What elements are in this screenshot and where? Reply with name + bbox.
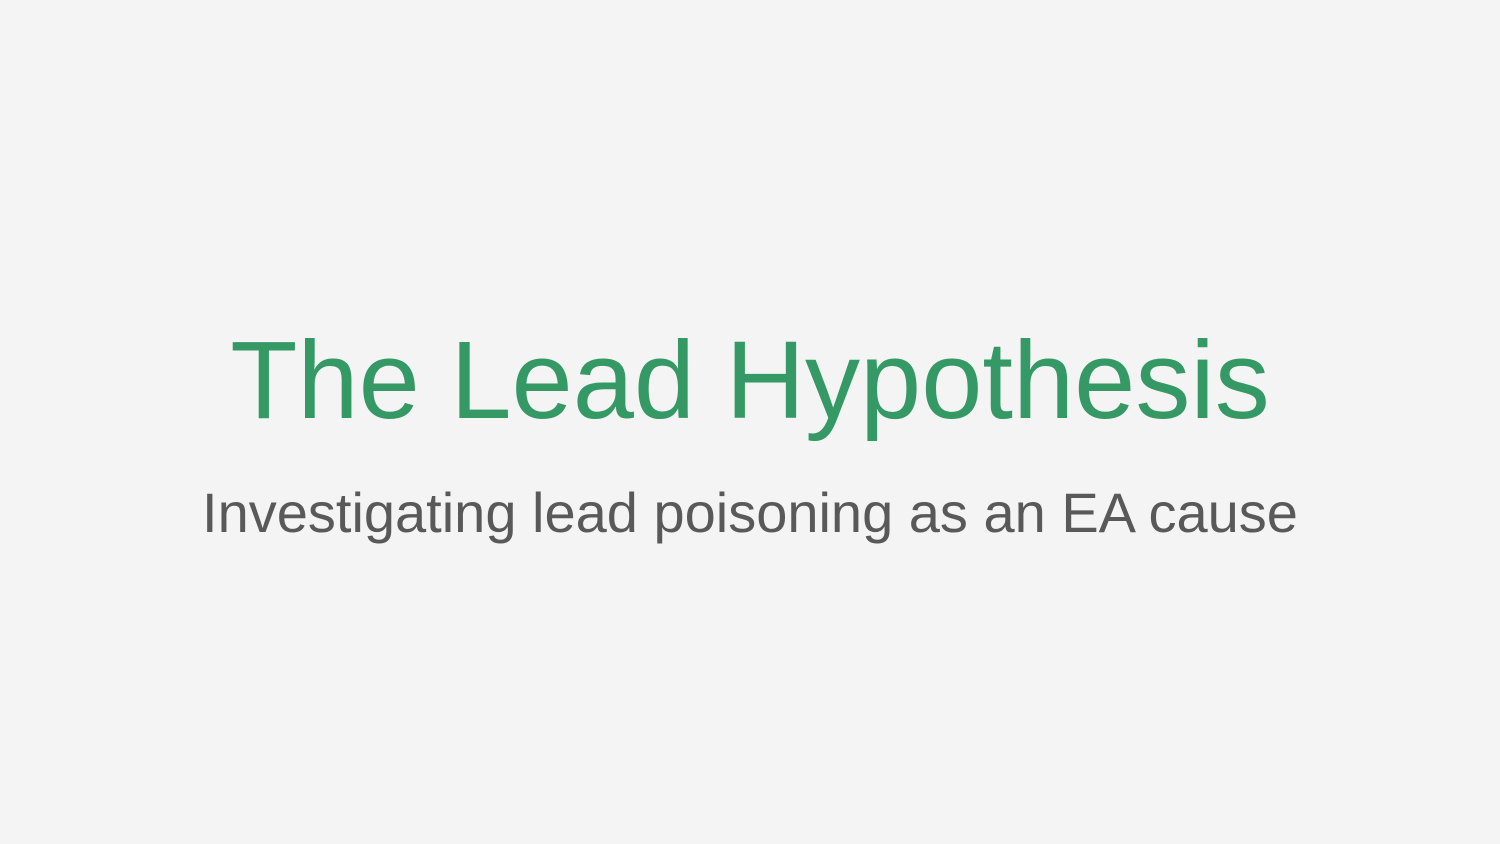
slide-subtitle: Investigating lead poisoning as an EA ca… <box>202 481 1298 544</box>
title-slide: The Lead Hypothesis Investigating lead p… <box>0 0 1500 844</box>
slide-title: The Lead Hypothesis <box>230 319 1270 442</box>
